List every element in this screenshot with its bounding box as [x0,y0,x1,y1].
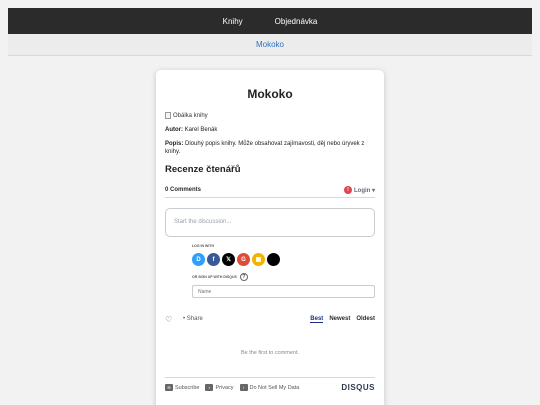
microsoft-login-icon[interactable]: ▦ [252,253,265,266]
disqus-footer: ✉ Subscribe ▪ Privacy ! Do Not Sell My D… [165,377,375,392]
privacy-label: Privacy [215,384,234,391]
book-card: Mokoko Obálka knihy Autor: Karel Benák P… [156,70,384,405]
help-icon[interactable]: ? [239,273,248,281]
top-navigation: Knihy Objednávka [8,8,532,34]
google-login-icon[interactable]: G [237,253,250,266]
broken-image-icon [165,112,171,119]
comment-count: 0 Comments [165,187,202,193]
discussion-input[interactable]: Start the discussion... [165,208,375,237]
x-login-icon[interactable]: 𝕏 [222,253,235,266]
subscribe-label: Subscribe [175,384,200,391]
breadcrumb-link-mokoko[interactable]: Mokoko [256,40,284,49]
warning-icon: ! [239,384,248,391]
facebook-login-icon[interactable]: f [207,253,220,266]
sort-newest[interactable]: Newest [329,316,350,323]
breadcrumb: Mokoko [8,34,532,56]
privacy-link[interactable]: ▪ Privacy [205,384,234,391]
login-with-label: LOG IN WITH [192,244,214,248]
author-line: Autor: Karel Benák [165,126,375,134]
reviews-heading: Recenze čtenářů [165,164,241,175]
nav-link-books[interactable]: Knihy [223,17,243,26]
book-cover-alt-text: Obálka knihy [173,112,208,119]
envelope-icon: ✉ [165,384,173,391]
sort-oldest[interactable]: Oldest [356,316,375,323]
sort-best[interactable]: Best [310,316,324,323]
description-value: Dlouhý popis knihy. Může obsahovat zajím… [165,141,365,155]
signup-label: OR SIGN UP WITH DISQUS [192,275,237,279]
comment-actions: ♡ • Share Best Newest Oldest [165,314,375,324]
subscribe-link[interactable]: ✉ Subscribe [165,384,199,391]
social-login-buttons: D f 𝕏 G ▦ [192,253,375,266]
disqus-login-icon[interactable]: D [192,253,205,266]
name-field[interactable] [192,285,375,298]
page-title: Mokoko [247,87,293,101]
empty-comments-text: Be the first to comment. [240,350,300,356]
share-button[interactable]: • Share [183,316,310,322]
nav-link-order[interactable]: Objednávka [275,17,318,26]
description-label: Popis: [165,141,184,147]
apple-login-icon[interactable] [267,253,280,266]
login-label: Login ▾ [353,187,375,194]
signup-row: OR SIGN UP WITH DISQUS ? [192,273,375,281]
author-value: Karel Benák [184,127,218,133]
do-not-sell-link[interactable]: ! Do Not Sell My Data [239,384,300,391]
do-not-sell-label: Do Not Sell My Data [249,384,300,391]
lock-icon: ▪ [205,384,214,391]
login-menu[interactable]: ! Login ▾ [343,186,375,194]
heart-icon[interactable]: ♡ [165,315,183,324]
author-label: Autor: [165,127,183,133]
sort-tabs: Best Newest Oldest [310,316,375,323]
description-line: Popis: Dlouhý popis knihy. Může obsahova… [165,140,375,156]
comments-header: 0 Comments ! Login ▾ [165,186,375,198]
disqus-logo[interactable]: DISQUS [341,383,375,392]
book-cover-image: Obálka knihy [165,111,375,120]
user-icon: ! [343,186,352,194]
